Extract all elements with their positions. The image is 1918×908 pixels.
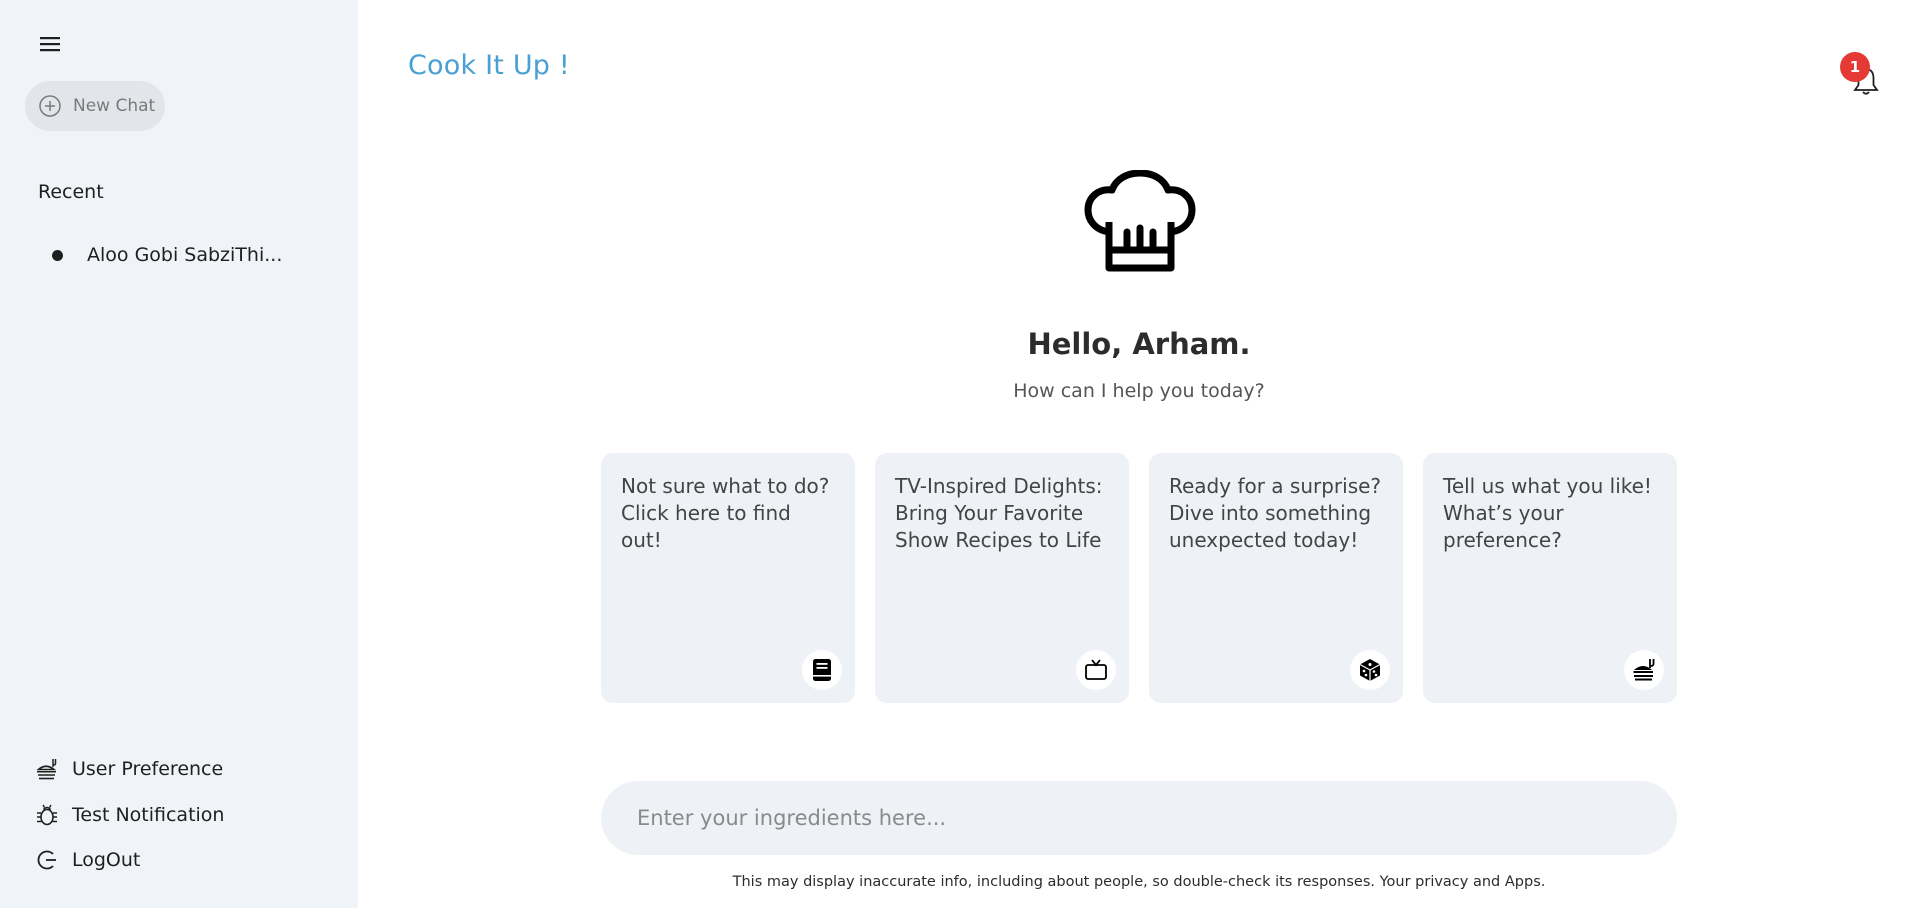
bug-icon — [37, 804, 57, 826]
new-chat-button[interactable]: New Chat — [25, 81, 165, 131]
logout-label: LogOut — [72, 849, 141, 871]
card-icon-wrap — [1350, 650, 1390, 690]
recent-chat-item[interactable]: Aloo Gobi SabziThi... — [52, 240, 282, 270]
suggestion-card-preference[interactable]: Tell us what you like! What’s your prefe… — [1423, 453, 1677, 703]
card-icon-wrap — [802, 650, 842, 690]
suggestion-card-surprise[interactable]: Ready for a surprise? Dive into somethin… — [1149, 453, 1403, 703]
notification-button[interactable]: 1 — [1840, 52, 1886, 98]
suggestion-card-text: Not sure what to do? Click here to find … — [621, 474, 830, 552]
book-icon — [813, 659, 831, 681]
bullet-dot-icon — [52, 249, 63, 261]
test-notification-label: Test Notification — [72, 804, 225, 826]
card-icon-wrap — [1624, 650, 1664, 690]
plus-circle-icon — [39, 95, 61, 117]
disclaimer-text: This may display inaccurate info, includ… — [732, 874, 1546, 890]
tv-icon — [1085, 659, 1107, 680]
logout-button[interactable]: LogOut — [34, 845, 140, 875]
suggestion-card-text: Ready for a surprise? Dive into somethin… — [1169, 474, 1382, 552]
card-icon-wrap — [1076, 650, 1116, 690]
recent-heading: Recent — [38, 181, 104, 203]
chef-hat-icon — [1084, 170, 1196, 272]
food-icon — [1633, 659, 1655, 681]
suggestion-card-help[interactable]: Not sure what to do? Click here to find … — [601, 453, 855, 703]
greeting-heading: Hello, Arham. — [1027, 327, 1251, 361]
food-icon — [36, 759, 57, 780]
user-preference-label: User Preference — [72, 758, 224, 780]
menu-button[interactable] — [34, 30, 66, 58]
suggestion-card-text: TV-Inspired Delights: Bring Your Favorit… — [895, 474, 1103, 552]
logout-icon — [37, 850, 56, 870]
ingredients-input-wrap — [601, 781, 1677, 855]
dice-icon — [1359, 659, 1381, 681]
recent-chat-label: Aloo Gobi SabziThi... — [87, 244, 283, 266]
notification-count-badge: 1 — [1840, 52, 1870, 82]
test-notification-button[interactable]: Test Notification — [34, 800, 224, 830]
suggestion-card-text: Tell us what you like! What’s your prefe… — [1443, 474, 1652, 552]
new-chat-label: New Chat — [73, 96, 156, 116]
suggestion-card-tv[interactable]: TV-Inspired Delights: Bring Your Favorit… — [875, 453, 1129, 703]
brand-title[interactable]: Cook It Up ! — [408, 50, 570, 81]
greeting-subtitle: How can I help you today? — [1013, 380, 1265, 402]
user-preference-button[interactable]: User Preference — [34, 754, 223, 784]
hamburger-menu-icon — [40, 37, 60, 52]
ingredients-input[interactable] — [601, 781, 1677, 855]
sidebar: New Chat Recent Aloo Gobi SabziThi... Us… — [0, 0, 358, 908]
